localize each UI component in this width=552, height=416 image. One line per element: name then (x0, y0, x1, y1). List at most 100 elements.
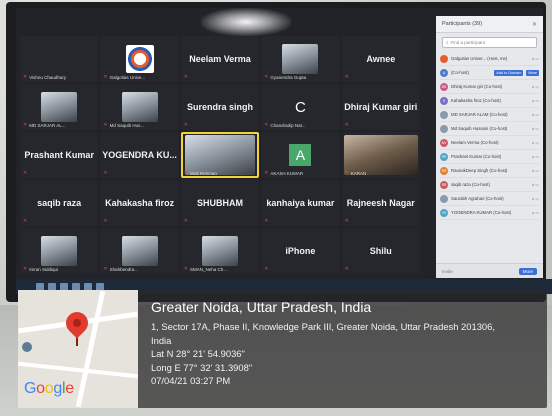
tile-label: ✕ (264, 266, 268, 272)
participant-row[interactable]: DK Dhiraj Kumar giri (Co-host) ⌀ ▭ (440, 80, 539, 94)
longitude: Long E 77° 32' 31.3908" (151, 361, 253, 373)
participant-tile[interactable]: Kahakasha firoz ✕ (100, 180, 179, 226)
more-button[interactable]: More (518, 267, 537, 275)
participant-row-name: Kahakasha firoz (Co-host) (451, 98, 501, 103)
participant-row[interactable]: RS RaunakDeep Singh (Co-host) ⌀ ▭ (440, 164, 539, 178)
search-placeholder: Find a participant (450, 40, 486, 45)
mic-off-icon: ✕ (344, 266, 349, 272)
participant-row[interactable]: K Kahakasha firoz (Co-host) ⌀ ▭ (440, 94, 539, 108)
tile-label: ✕ Gyanendra Gupta (264, 74, 306, 80)
participant-row[interactable]: YK YOGENDRA KUMAR (Co-host) ⌀ ▭ (440, 206, 539, 220)
mic-off-icon: ✕ (23, 170, 28, 176)
tile-label: ✕ KARAN (345, 170, 367, 176)
tile-name: Shahbendra... (109, 266, 138, 272)
participant-tile[interactable]: Neelam Verma ✕ (180, 36, 260, 82)
mic-off-icon: ⌀ ▭ (531, 98, 539, 103)
participant-tile[interactable]: Dhiraj Kumar giri ✕ (341, 84, 420, 130)
participant-tile[interactable]: A ✕ AKASH KUMAR (261, 132, 340, 178)
participant-tile[interactable]: iPhone ✕ (261, 228, 340, 274)
participant-row[interactable]: SR saqib raza (Co-host) ⌀ ▭ (440, 178, 539, 192)
add-to-domain-button[interactable]: Add to Domain (494, 69, 524, 76)
participant-tile[interactable]: ✕ Shahbendra... (100, 228, 179, 274)
mic-off-icon: ⌀ ▭ (531, 210, 539, 215)
participant-tile[interactable]: ✕ Gyanendra Gupta (261, 36, 340, 82)
webcam-video (343, 135, 418, 175)
mic-off-icon: ✕ (103, 74, 108, 80)
participant-name: Surendra singh (186, 102, 253, 112)
participant-name: Awnee (366, 54, 396, 64)
address-line-2: India (151, 334, 172, 346)
mic-off-icon: ✕ (264, 74, 269, 80)
participant-row-name: Prashant Kumar (Co-host) (451, 154, 502, 159)
avatar: PK (440, 152, 448, 161)
university-logo (125, 45, 154, 73)
tile-name: SMAN_Neha Ch... (190, 266, 228, 272)
participant-tile[interactable]: ✕ Galgotias Unive... (100, 36, 179, 82)
mic-off-icon: ✕ (183, 74, 188, 80)
participant-name: SHUBHAM (196, 198, 243, 208)
participant-row[interactable]: MD SARJAR ALAM (Co-host) ⌀ ▭ (440, 108, 539, 122)
participant-tile[interactable]: Awnee ✕ (341, 36, 420, 82)
participant-tile[interactable]: Surendra singh ✕ (180, 84, 260, 130)
mic-off-icon: ⌀ ▭ (531, 126, 539, 131)
participant-name: kanhaiya kumar (266, 198, 335, 208)
participant-row[interactable]: Md Saquib Hussain (Co-host) ⌀ ▭ (440, 122, 539, 136)
participant-tile[interactable]: ✕ SMAN_Neha Ch... (180, 228, 260, 274)
participant-row[interactable]: Saurabh Agrahari (Co-host) ⌀ ▭ (440, 192, 539, 206)
participant-avatar: A (289, 144, 312, 166)
map-thumbnail: Google (18, 290, 138, 408)
participants-footer: Invite More (436, 263, 543, 278)
meeting-screen: ✕ Vishnu Chaudhary ✕ Galgotias Unive... Neel… (16, 8, 543, 294)
invite-button[interactable]: Invite (442, 269, 453, 274)
row-more-button[interactable]: More (526, 69, 539, 76)
tile-label: ✕ Galgotias Unive... (103, 74, 145, 80)
participant-row-name: MD SARJAR ALAM (Co-host) (451, 112, 508, 117)
tile-name: Vishnu Chaudhary (29, 74, 67, 80)
tile-label: ✕ (103, 218, 107, 224)
participants-panel: Participants (39) ✕ ⌕ Find a participant… (436, 16, 543, 278)
avatar: A (440, 68, 448, 77)
participant-tile[interactable]: Rajneesh Nagar ✕ (341, 180, 420, 226)
tile-label: ✕ (103, 170, 107, 176)
participant-row[interactable]: Galgotias Univer... (Host, me) ⌀ ▭ (440, 52, 539, 66)
mic-off-icon: ✕ (264, 266, 269, 272)
tile-label: ✕ (345, 218, 349, 224)
avatar (440, 54, 448, 63)
mic-off-icon: ⌀ ▭ (531, 140, 539, 145)
close-icon[interactable]: ✕ (532, 21, 537, 28)
participant-tile[interactable]: saqib raza ✕ (20, 180, 99, 226)
participant-tile[interactable]: ✕ Md Saquib Hus... (100, 84, 179, 130)
participant-tile[interactable]: ✕ KARAN (341, 132, 420, 178)
participant-tile[interactable]: Prashant Kumar ✕ (20, 132, 99, 178)
participant-tile[interactable]: kanhaiya kumar ✕ (261, 180, 340, 226)
avatar (440, 124, 448, 133)
participant-row-name: Saurabh Agrahari (Co-host) (451, 196, 504, 201)
tile-label: ✕ Md Saquib Hus... (103, 122, 144, 128)
participant-tile[interactable]: ✕ Wali Rehman (180, 132, 260, 178)
mic-off-icon: ✕ (23, 74, 28, 80)
avatar: YK (440, 208, 448, 217)
participant-tile[interactable]: C ✕ Chandradip Nat... (261, 84, 340, 130)
mic-off-icon: ✕ (103, 122, 108, 128)
avatar: K (440, 96, 448, 105)
participant-tile[interactable]: ✕ MD SARJAR AL... (20, 84, 99, 130)
participant-name: Shilu (369, 246, 392, 256)
participant-row[interactable]: A (Co-host) Add to Domain More (440, 66, 539, 80)
participant-row[interactable]: NV Neelam Verma (Co-host) ⌀ ▭ (440, 136, 539, 150)
mic-off-icon: ⌀ ▭ (531, 168, 539, 173)
participant-tile[interactable]: ✕ Imran Siddiqui (20, 228, 99, 274)
participant-tile[interactable]: Shilu ✕ (341, 228, 420, 274)
tile-label: ✕ (264, 218, 268, 224)
tile-label: ✕ Wali Rehman (184, 170, 217, 176)
participant-tile[interactable]: ✕ Vishnu Chaudhary (20, 36, 99, 82)
participant-name: Rajneesh Nagar (346, 198, 415, 208)
webcam-video (201, 236, 238, 266)
participant-tile[interactable]: SHUBHAM ✕ (180, 180, 260, 226)
map-pin-icon (61, 307, 93, 339)
avatar: DK (440, 82, 448, 91)
participant-row[interactable]: PK Prashant Kumar (Co-host) ⌀ ▭ (440, 150, 539, 164)
mic-off-icon: ✕ (264, 122, 269, 128)
participant-search-input[interactable]: ⌕ Find a participant (442, 37, 537, 48)
participant-tile[interactable]: YOGENDRA KU... ✕ (100, 132, 179, 178)
tile-label: ✕ (184, 122, 188, 128)
